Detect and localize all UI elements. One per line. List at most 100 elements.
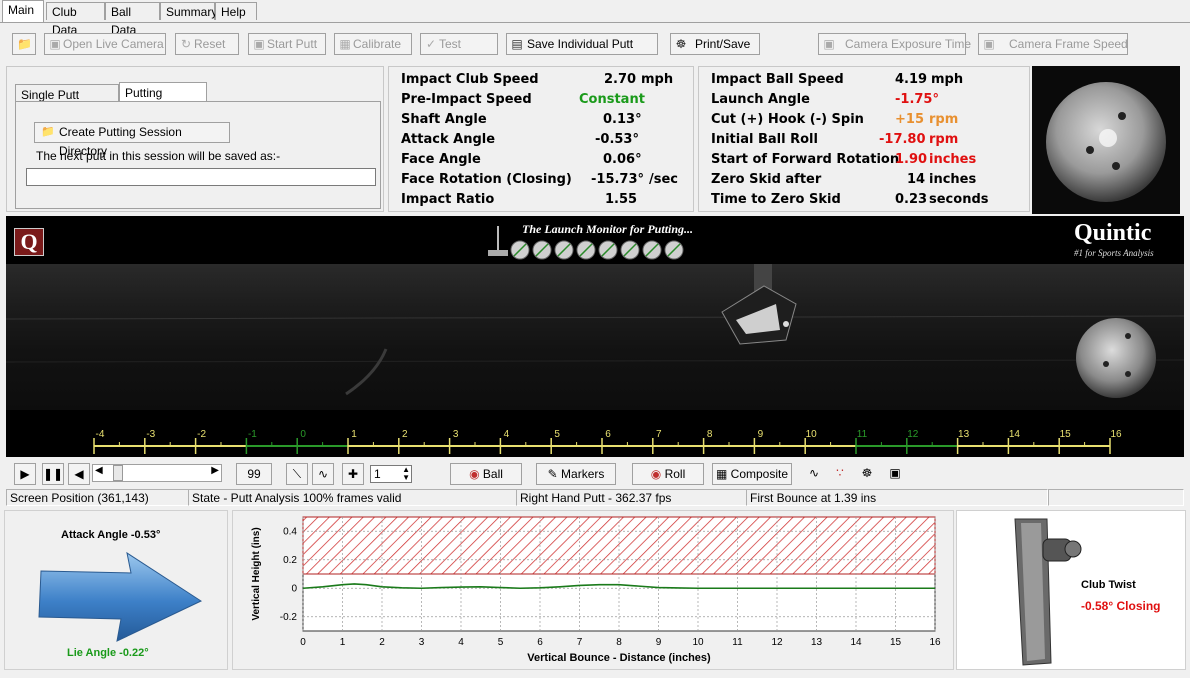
next-putt-filename-field[interactable] [26, 168, 376, 186]
reset-button[interactable]: ↻ Reset [175, 33, 239, 55]
playback-controls: ▶ ❚❚ ◀ ◀ ▶ 99 ⟍ ∿ ✚ 1 ▲ ▼ ◉ Ball ✎ Markers… [6, 460, 1184, 488]
frame-number-box[interactable]: 99 [236, 463, 272, 485]
club-twist-value: -0.58° Closing [1081, 599, 1161, 613]
calibrate-button[interactable]: ▦ Calibrate [334, 33, 412, 55]
camera-exposure-icon: ▣ [823, 37, 835, 51]
time-to-zero-skid-value: 0.23 [895, 192, 928, 207]
status-first-bounce: First Bounce at 1.39 ins [746, 489, 1048, 506]
attack-angle-label: Attack Angle [401, 132, 496, 147]
status-hand-fps-text: Right Hand Putt - 362.37 fps [520, 491, 672, 505]
quintic-brand-name: Quintic [1074, 220, 1152, 246]
markers-button[interactable]: ✎ Markers [536, 463, 616, 485]
putter-balls-graphic [488, 226, 684, 260]
tab-main[interactable]: Main [2, 0, 44, 22]
camera-settings-button[interactable]: ☸ [856, 463, 878, 485]
attack-angle-value: -0.53° [595, 132, 639, 147]
roll-button-label: Roll [664, 467, 686, 481]
play-button[interactable]: ▶ [14, 463, 36, 485]
camera-frame-speed-label: Camera Frame Speed [1009, 37, 1128, 51]
camera-exposure-time-label: Camera Exposure Time [845, 37, 972, 51]
ruler-tick-label: 14 [1009, 429, 1021, 440]
status-screen-position: Screen Position (361,143) [6, 489, 190, 506]
print-save-label: Print/Save [695, 37, 751, 51]
launch-angle-label: Launch Angle [711, 92, 810, 107]
impact-ratio-value: 1.55 [605, 192, 638, 207]
ball-closeup-image [1032, 66, 1180, 214]
rewind-button[interactable]: ◀ [68, 463, 90, 485]
pause-icon: ❚❚ [43, 467, 64, 481]
impact-club-speed-unit: mph [641, 72, 674, 87]
initial-ball-roll-unit: rpm [929, 132, 959, 147]
open-live-camera-button[interactable]: ▣ Open Live Camera [44, 33, 166, 55]
pause-button[interactable]: ❚❚ [42, 463, 64, 485]
x-tick-label: 7 [577, 637, 583, 648]
ruler-tick-label: 8 [707, 429, 713, 440]
x-tick-label: 4 [458, 637, 464, 648]
start-forward-rotation-unit: inches [929, 152, 977, 167]
colour-dots-icon: ∵ [836, 466, 844, 480]
colour-tool-button[interactable]: ∵ [830, 463, 850, 485]
composite-button[interactable]: ▦ Composite [712, 463, 792, 485]
face-angle-label: Face Angle [401, 152, 481, 167]
x-tick-label: 13 [811, 637, 823, 648]
video-record-button[interactable]: ▣ [884, 463, 906, 485]
reset-label: Reset [194, 37, 226, 51]
slider-thumb[interactable] [113, 465, 123, 481]
ruler-tick-label: -1 [248, 429, 257, 440]
quintic-q-logo-letter: Q [20, 229, 38, 254]
tab-ball-data[interactable]: Ball Data [105, 2, 160, 37]
test-label: Test [439, 37, 462, 51]
crosshair-tool-button[interactable]: ✚ [342, 463, 364, 485]
face-rotation-unit: /sec [649, 172, 679, 187]
step-spinner[interactable]: 1 ▲ ▼ [370, 465, 412, 483]
spin-unit: rpm [929, 112, 959, 127]
slider-left-arrow-icon[interactable]: ◀ [95, 465, 103, 476]
x-tick-label: 12 [771, 637, 783, 648]
trace-tool-button[interactable]: ∿ [804, 463, 824, 485]
test-button[interactable]: ✓ Test [420, 33, 498, 55]
step-spinner-value: 1 [374, 467, 381, 481]
impact-club-speed-value: 2.70 [604, 72, 637, 87]
roll-button[interactable]: ◉ Roll [632, 463, 704, 485]
x-tick-label: 0 [300, 637, 306, 648]
create-session-directory-button[interactable]: 📁 Create Putting Session Directory [34, 122, 230, 158]
attack-direction-arrow [38, 551, 203, 642]
ball-metrics-panel: Impact Ball Speed 4.19 mph Launch Angle … [698, 66, 1030, 212]
club-twist-panel: Club Twist -0.58° Closing [956, 510, 1186, 670]
initial-ball-roll-label: Initial Ball Roll [711, 132, 818, 147]
zero-skid-after-value: 14 [907, 172, 926, 187]
print-save-button[interactable]: ☸ Print/Save [670, 33, 760, 55]
start-putt-button[interactable]: ▣ Start Putt [248, 33, 326, 55]
play-icon: ▶ [20, 467, 30, 481]
ruler-tick-label: 10 [806, 429, 818, 440]
ball-button-label: Ball [482, 467, 503, 481]
curve-tool-button[interactable]: ∿ [312, 463, 334, 485]
camera-frame-speed-button[interactable]: ▣ Camera Frame Speed [978, 33, 1128, 55]
ruler-tick-label: -4 [96, 429, 105, 440]
ball-button[interactable]: ◉ Ball [450, 463, 522, 485]
frame-slider[interactable]: ◀ ▶ [92, 464, 222, 482]
open-folder-button[interactable]: 📁 [12, 33, 36, 55]
save-individual-putt-button[interactable]: ▤ Save Individual Putt [506, 33, 658, 55]
video-viewer[interactable]: Q The Launch Monitor for Putting... Quin… [5, 216, 1185, 457]
impact-ball-speed-label: Impact Ball Speed [711, 72, 844, 87]
slider-right-arrow-icon[interactable]: ▶ [211, 465, 219, 476]
spin-value: +15 [895, 112, 924, 127]
spinner-arrows-icon[interactable]: ▲ ▼ [402, 466, 410, 482]
camera-exposure-time-button[interactable]: ▣ Camera Exposure Time [818, 33, 971, 55]
tab-summary-label: Summary [166, 5, 218, 19]
tab-club-data[interactable]: Club Data [46, 2, 105, 37]
status-hand-fps: Right Hand Putt - 362.37 fps [516, 489, 748, 506]
x-tick-label: 6 [537, 637, 543, 648]
x-tick-label: 10 [692, 637, 704, 648]
club-metrics-panel: Impact Club Speed 2.70 mph Pre-Impact Sp… [388, 66, 694, 212]
camera-icon: ▣ [49, 37, 61, 51]
ball-target-icon: ◉ [469, 467, 480, 481]
vertical-bounce-chart-panel: 0 1 2 3 4 5 6 7 8 9 10 11 12 13 14 15 16 0.4 0.2 0 -0.2 Verti… [232, 510, 954, 670]
line-tool-button[interactable]: ⟍ [286, 463, 308, 485]
tab-help[interactable]: Help [215, 2, 257, 20]
tab-putting-session[interactable]: Putting Session [119, 82, 207, 120]
main-tab-bar: Main Club Data Ball Data Summary Help [0, 0, 1190, 37]
tab-summary[interactable]: Summary [160, 2, 218, 20]
frame-number: 99 [247, 467, 261, 481]
